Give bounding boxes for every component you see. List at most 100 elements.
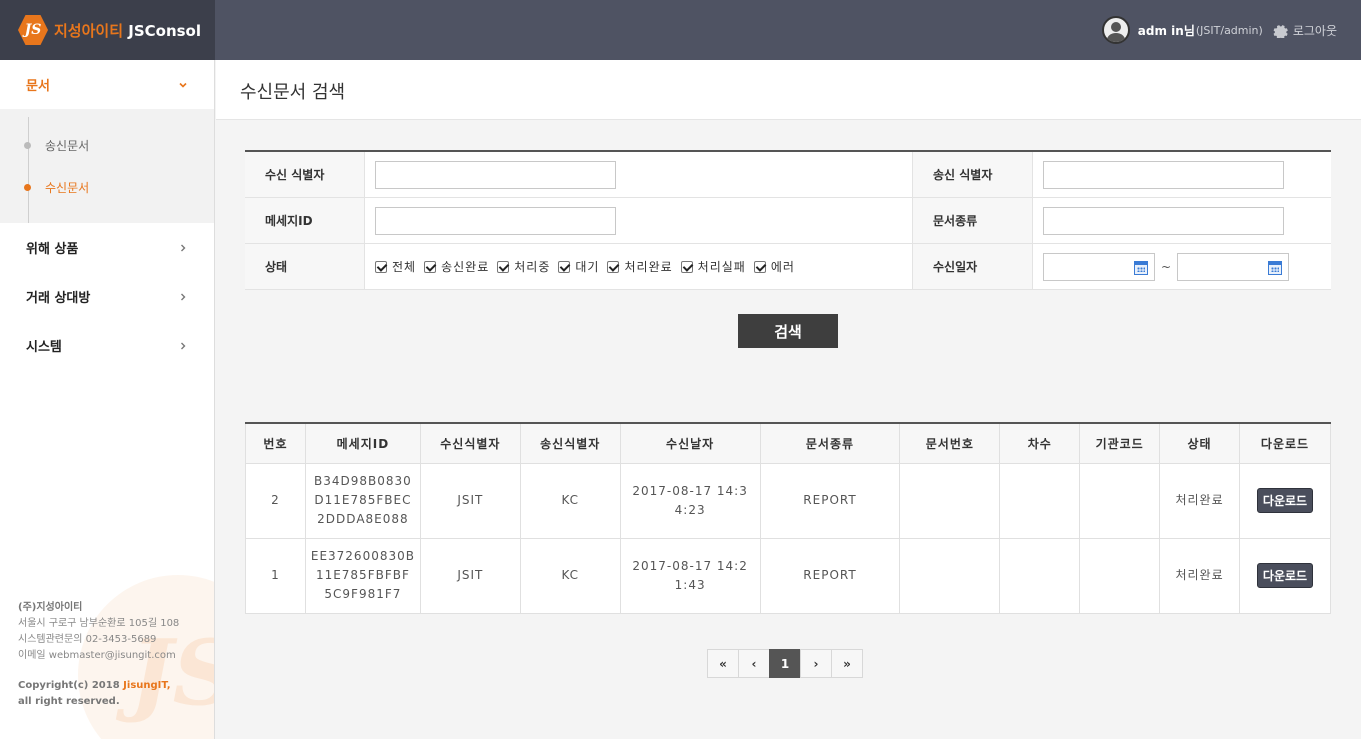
bullet-icon [24,184,31,191]
cell-date: 2017-08-17 14:2 1:43 [619,537,761,614]
user-area: adm in님 (JSIT/admin) 로그아웃 [1101,0,1337,60]
status-checkbox-waiting[interactable]: 대기 [558,258,599,275]
submenu-line [28,117,29,223]
logo[interactable]: JS 지성아이티 JSConsol [0,0,215,60]
sidebar-menu-label: 거래 상대방 [26,291,91,306]
cell-org-code [1079,537,1161,614]
chevron-down-icon [179,82,187,88]
prev-page-button[interactable]: ‹ [738,649,770,678]
sidebar-menu-label: 위해 상품 [26,242,79,257]
sidebar-item-sent-docs[interactable]: 송신문서 [24,137,89,154]
cell-download: 다운로드 [1239,537,1331,614]
company-address: 서울시 구로구 남부순환로 105길 108 [18,618,180,629]
copyright-brand: JisungIT, [123,680,171,691]
date-from-input[interactable] [1043,252,1155,281]
cell-sender: KC [519,462,621,539]
sidebar-menu-label: 문서 [26,79,50,94]
search-button[interactable]: 검색 [738,314,838,348]
column-header: 수신식별자 [419,423,521,464]
status-label: 상태 [245,244,365,289]
checkbox-checked-icon [680,260,693,273]
results-table: 번호 메세지ID 수신식별자 송신식별자 수신날자 문서종류 문서번호 차수 기… [245,422,1331,614]
download-button[interactable]: 다운로드 [1256,563,1314,588]
checkbox-checked-icon [753,260,766,273]
copyright-prefix: Copyright(c) 2018 [18,680,124,691]
status-checkbox-completed[interactable]: 처리완료 [607,258,672,275]
receiver-id-input[interactable] [375,160,616,189]
sidebar-menu-system[interactable]: 시스템 [0,321,214,370]
user-name: adm in님 [1137,23,1195,38]
logo-mark-icon: JS [18,15,48,45]
date-label: 수신일자 [913,244,1033,289]
calendar-icon[interactable] [1268,260,1283,275]
status-checkbox-all[interactable]: 전체 [375,258,416,275]
sidebar-menu-label: 시스템 [26,340,62,355]
company-name: (주)지성아이티 [18,602,83,613]
gear-icon [1273,24,1288,38]
cell-download: 다운로드 [1239,462,1331,539]
column-header: 문서번호 [899,423,1001,464]
sidebar-item-label: 수신문서 [45,181,90,195]
user-account: (JSIT/admin) [1195,23,1263,37]
status-checkbox-processing[interactable]: 처리중 [497,258,550,275]
sender-id-label: 송신 식별자 [913,152,1033,197]
column-header: 수신날자 [619,423,761,464]
cell-doc-type: REPORT [759,537,901,614]
column-header: 문서종류 [759,423,901,464]
download-button[interactable]: 다운로드 [1256,488,1314,513]
title-bar: 수신문서 검색 [216,60,1361,120]
logout-button[interactable]: 로그아웃 [1273,22,1337,39]
checkbox-checked-icon [424,260,437,273]
status-checkboxes: 전체 송신완료 처리중 대기 처리완료 처리실패 에러 [375,258,803,275]
logo-english: JSConsol [128,21,202,40]
table-header-row: 번호 메세지ID 수신식별자 송신식별자 수신날자 문서종류 문서번호 차수 기… [245,423,1331,464]
sidebar-footer: (주)지성아이티 서울시 구로구 남부순환로 105길 108 시스템관련문의 … [18,600,179,710]
cell-status: 처리완료 [1159,462,1241,539]
date-separator: ~ [1161,259,1172,274]
cell-sender: KC [519,537,621,614]
status-checkbox-sent[interactable]: 송신완료 [424,258,489,275]
chevron-right-icon [181,342,186,349]
pagination: « ‹ 1 › » [707,649,863,678]
status-checkbox-failed[interactable]: 처리실패 [680,258,746,275]
last-page-button[interactable]: » [831,649,863,678]
status-checkbox-error[interactable]: 에러 [753,258,795,275]
first-page-button[interactable]: « [707,649,739,678]
bullet-icon [24,142,31,149]
form-row: 상태 전체 송신완료 처리중 대기 처리완료 처리실패 에러 수신일자 ~ [245,244,1331,290]
page-button-current[interactable]: 1 [769,649,801,678]
company-phone: 시스템관련문의 02-3453-5689 [18,634,157,645]
cell-org-code [1079,462,1161,539]
company-email: 이메일 webmaster@jisungit.com [18,650,176,661]
checkbox-checked-icon [375,260,387,273]
column-header: 메세지ID [304,423,421,464]
cell-receiver: JSIT [419,462,521,539]
date-to-input[interactable] [1177,252,1290,281]
column-header: 차수 [999,423,1081,464]
logo-korean: 지성아이티 [54,21,124,40]
cell-doc-no [899,462,1001,539]
cell-no: 1 [245,537,306,614]
next-page-button[interactable]: › [800,649,832,678]
table-row[interactable]: 2 B34D98B0830 D11E785FBEC 2DDDA8E088 JSI… [245,462,1331,539]
sidebar-menu-documents[interactable]: 문서 [0,60,214,109]
copyright: Copyright(c) 2018 JisungIT, all right re… [18,678,179,710]
cell-doc-type: REPORT [759,462,901,539]
sidebar-menu-trade-partners[interactable]: 거래 상대방 [0,272,214,321]
sidebar-item-received-docs[interactable]: 수신문서 [24,179,89,196]
doc-type-input[interactable] [1043,206,1284,235]
table-row[interactable]: 1 EE372600830B 11E785FBFBF 5C9F981F7 JSI… [245,537,1331,614]
sidebar-menu-hazard-products[interactable]: 위해 상품 [0,223,214,272]
calendar-icon[interactable] [1134,260,1148,275]
form-row: 수신 식별자 송신 식별자 [245,152,1331,198]
checkbox-checked-icon [607,260,620,273]
message-id-input[interactable] [375,206,616,235]
cell-seq [999,462,1081,539]
chevron-right-icon [181,244,186,251]
sidebar-submenu: 송신문서 수신문서 [0,109,214,223]
sender-id-input[interactable] [1043,160,1284,189]
sidebar-item-label: 송신문서 [45,139,90,153]
receiver-id-label: 수신 식별자 [245,152,365,197]
column-header: 번호 [245,423,306,464]
column-header: 다운로드 [1239,423,1331,464]
